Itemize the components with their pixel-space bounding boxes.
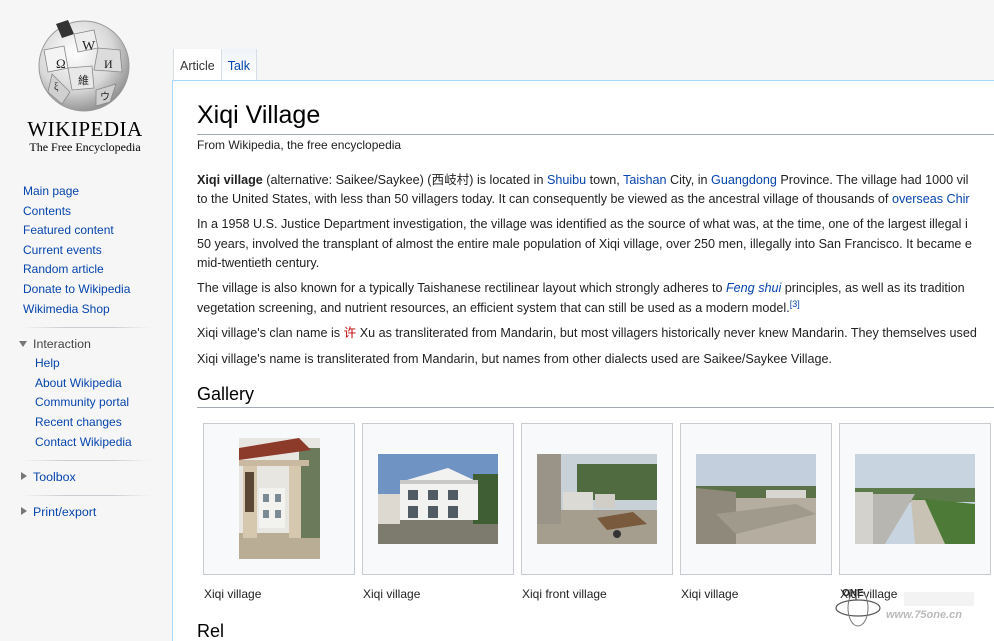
gallery-thumb[interactable] <box>839 423 991 575</box>
link-taishan[interactable]: Taishan <box>623 173 666 187</box>
portal-divider <box>22 327 150 329</box>
text-run: principles, as well as its tradition <box>781 281 965 295</box>
gallery-caption: Xiqi village <box>363 587 421 601</box>
paragraph-4: Xiqi village's clan name is 许 Xu as tran… <box>197 324 977 344</box>
link-xu-character[interactable]: 许 <box>344 326 357 340</box>
gallery-thumb[interactable] <box>203 423 355 575</box>
tab-article[interactable]: Article <box>173 49 221 80</box>
toolbox-heading-label[interactable]: Toolbox <box>33 470 76 484</box>
paragraph-1-line-1: Xiqi village (alternative: Saikee/Saykee… <box>197 171 968 191</box>
text-run: to the United States, with less than 50 … <box>197 192 892 206</box>
watermark-logo: ONE <box>835 588 974 627</box>
gallery-thumb[interactable] <box>362 423 514 575</box>
svg-text:И: И <box>104 57 113 71</box>
nav-community-portal[interactable]: Community portal <box>35 395 129 409</box>
puzzle-globe-icon: Ω W И 維 ξ ウ <box>38 20 130 112</box>
nav-main-page[interactable]: Main page <box>23 184 79 198</box>
reference-3-link[interactable]: [3] <box>790 299 800 309</box>
svg-text:Ω: Ω <box>56 56 66 71</box>
svg-text:維: 維 <box>78 74 89 87</box>
nav-contents[interactable]: Contents <box>23 204 71 218</box>
front-village-photo <box>537 454 657 544</box>
expand-triangle-icon <box>21 472 27 481</box>
text-run: The village is also known for a typicall… <box>197 281 726 295</box>
svg-text:ウ: ウ <box>100 91 110 103</box>
nav-current-events[interactable]: Current events <box>23 243 102 257</box>
logo-tagline: The Free Encyclopedia <box>29 140 141 154</box>
expand-triangle-icon <box>21 507 27 516</box>
wall-path-photo <box>855 454 975 544</box>
gallery-thumb[interactable] <box>521 423 673 575</box>
nav-recent-changes[interactable]: Recent changes <box>35 415 122 429</box>
tab-talk-label[interactable]: Talk <box>228 59 250 73</box>
nav-featured-content[interactable]: Featured content <box>23 223 114 237</box>
gallery-thumb[interactable] <box>680 423 832 575</box>
paragraph-2-line-1: In a 1958 U.S. Justice Department invest… <box>197 217 968 231</box>
text-run: vegetation screening, and nutrient resou… <box>197 301 790 315</box>
link-overseas-chinese[interactable]: overseas Chir <box>892 192 970 206</box>
white-house-photo <box>378 454 498 544</box>
interaction-list: Help About Wikipedia Community portal Re… <box>0 354 170 452</box>
village-gate-photo <box>239 438 320 559</box>
gallery-caption: Xiqi village <box>204 587 262 601</box>
text-run: town, <box>586 173 624 187</box>
paragraph-5: Xiqi village's name is transliterated fr… <box>197 352 832 366</box>
paragraph-2-line-3: mid-twentieth century. <box>197 256 320 270</box>
gallery-caption: Xiqi village <box>681 587 739 601</box>
nav-wikimedia-shop[interactable]: Wikimedia Shop <box>23 302 110 316</box>
nav-donate[interactable]: Donate to Wikipedia <box>23 282 130 296</box>
link-guangdong[interactable]: Guangdong <box>711 173 777 187</box>
gallery-item: Xiqi village <box>362 423 521 601</box>
image-gallery: Xiqi village Xiqi village Xiqi front vil… <box>203 423 994 601</box>
nav-contact-wikipedia[interactable]: Contact Wikipedia <box>35 435 132 449</box>
interaction-heading[interactable]: Interaction <box>0 334 170 354</box>
printexport-heading-label[interactable]: Print/export <box>33 505 96 519</box>
gallery-item: Xiqi village <box>680 423 839 601</box>
nav-about-wikipedia[interactable]: About Wikipedia <box>35 376 122 390</box>
link-shuibu[interactable]: Shuibu <box>547 173 586 187</box>
gallery-item: Xiqi village <box>203 423 362 601</box>
watermark-url: www.75one.cn <box>886 609 963 621</box>
text-run: Xu as transliterated from Mandarin, but … <box>356 326 977 340</box>
nav-random-article[interactable]: Random article <box>23 262 104 276</box>
nav-help[interactable]: Help <box>35 356 60 370</box>
collapse-triangle-icon <box>19 341 27 348</box>
svg-text:W: W <box>82 39 96 54</box>
paragraph-1-line-2: to the United States, with less than 50 … <box>197 190 970 210</box>
gallery-item: Xiqi front village <box>521 423 680 601</box>
page-tabs: Article Talk <box>173 49 257 80</box>
tab-article-label: Article <box>180 59 215 73</box>
text-run: Province. The village had 1000 vil <box>776 173 969 187</box>
wikipedia-logo[interactable]: Ω W И 維 ξ ウ WIKIPEDIA The Free Encyclope… <box>0 0 170 170</box>
text-run: Xiqi village's clan name is <box>197 326 344 340</box>
article-subject: Xiqi village <box>197 173 263 187</box>
tab-talk[interactable]: Talk <box>220 49 257 80</box>
paragraph-3-line-1: The village is also known for a typicall… <box>197 279 965 299</box>
gallery-caption: Xiqi front village <box>522 587 607 601</box>
svg-text:ξ: ξ <box>54 82 59 93</box>
article-content: Xiqi Village From Wikipedia, the free en… <box>172 80 994 641</box>
printexport-heading[interactable]: Print/export <box>0 502 170 522</box>
village-road-photo <box>696 454 816 544</box>
portal-divider <box>22 495 150 497</box>
paragraph-2-line-2: 50 years, involved the transplant of alm… <box>197 237 972 251</box>
navigation-list: Main page Contents Featured content Curr… <box>0 182 170 319</box>
page-title: Xiqi Village <box>197 101 994 135</box>
link-feng-shui[interactable]: Feng shui <box>726 281 781 295</box>
sidebar: Main page Contents Featured content Curr… <box>0 182 170 522</box>
text-run: City, in <box>666 173 712 187</box>
site-subtitle: From Wikipedia, the free encyclopedia <box>197 138 402 152</box>
portal-divider <box>22 460 150 462</box>
interaction-heading-label: Interaction <box>33 337 91 352</box>
paragraph-3-line-2: vegetation screening, and nutrient resou… <box>197 299 800 319</box>
toolbox-heading[interactable]: Toolbox <box>0 467 170 487</box>
link-feng-shui-label: Feng shui <box>725 281 782 295</box>
gallery-heading: Gallery <box>197 384 994 408</box>
gallery-item: Xiqi village <box>839 423 994 601</box>
logo-wordmark: WIKIPEDIA <box>27 117 143 141</box>
text-run: (alternative: Saikee/Saykee) (西岐村) is lo… <box>262 173 547 187</box>
watermark-one-text: ONE <box>842 588 864 599</box>
